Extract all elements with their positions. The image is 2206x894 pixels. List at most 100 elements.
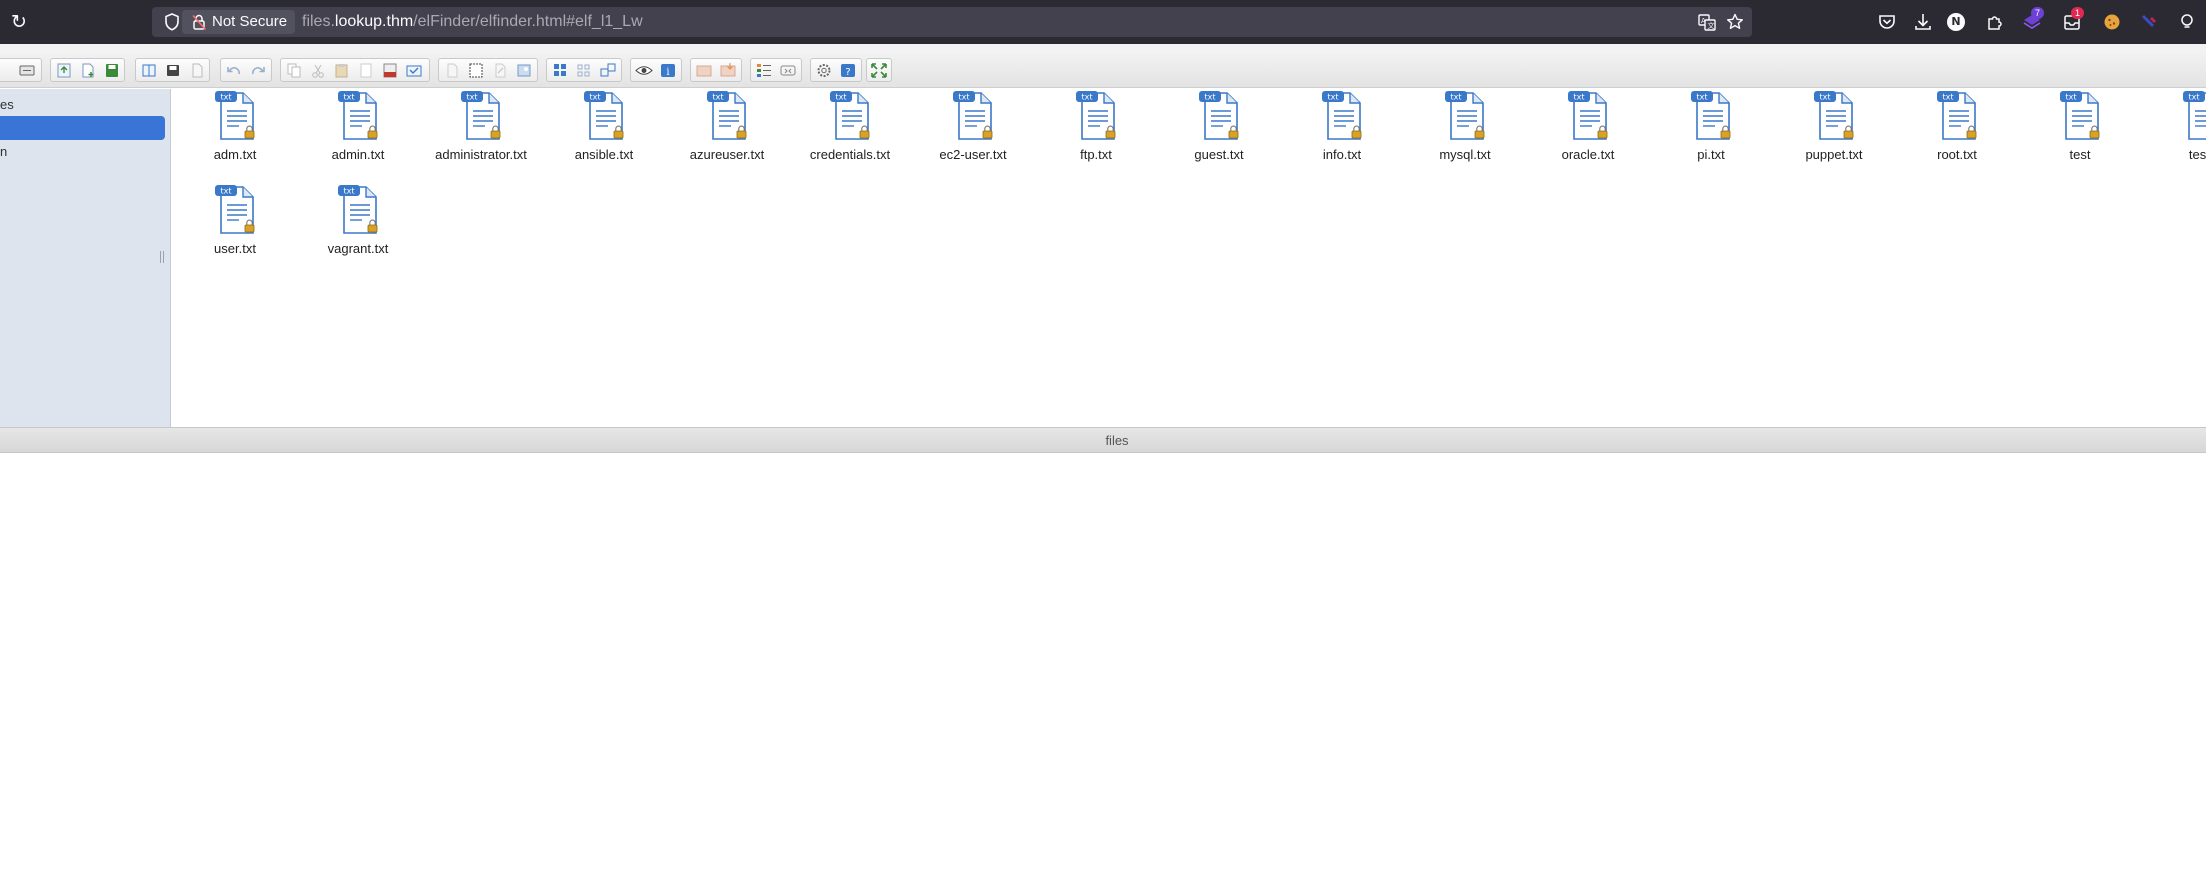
toolbar-group-view: [546, 58, 622, 82]
profile-avatar[interactable]: N: [1947, 13, 1965, 31]
getfile-icon[interactable]: [187, 61, 207, 80]
tracking-shield-icon[interactable]: [162, 12, 182, 32]
file-item[interactable]: txt puppet.txt: [1774, 89, 1894, 179]
pocket-icon[interactable]: [1876, 11, 1898, 33]
file-item[interactable]: txt root.txt: [1897, 89, 2017, 179]
preferences-gear-icon[interactable]: [814, 61, 834, 80]
url-text[interactable]: files.lookup.thm/elFinder/elfinder.html#…: [302, 7, 643, 37]
upload-icon[interactable]: [54, 61, 74, 80]
tree-root-label[interactable]: es: [0, 97, 14, 112]
txt-file-icon: txt: [1937, 91, 1977, 140]
edit-icon[interactable]: [490, 61, 510, 80]
tree-item-selected[interactable]: [0, 116, 165, 140]
paste-icon[interactable]: [332, 61, 352, 80]
file-name: vagrant.txt: [327, 241, 389, 256]
small-icons-view-icon[interactable]: [574, 61, 594, 80]
file-item[interactable]: txt mysql.txt: [1405, 89, 1525, 179]
extension-cookie-icon[interactable]: [2101, 11, 2123, 33]
file-item[interactable]: txt ec2-user.txt: [913, 89, 1033, 179]
txt-file-icon: txt: [1691, 91, 1731, 140]
file-name: ansible.txt: [574, 147, 634, 162]
file-item[interactable]: txt vagrant.txt: [298, 183, 418, 273]
archive-icon[interactable]: [718, 61, 738, 80]
file-name: guest.txt: [1194, 147, 1244, 162]
quicklook-eye-icon[interactable]: [634, 61, 654, 80]
svg-text:txt: txt: [1696, 93, 1707, 102]
txt-file-icon: txt: [1445, 91, 1485, 140]
file-item[interactable]: txt ftp.txt: [1036, 89, 1156, 179]
info-icon[interactable]: i: [658, 61, 678, 80]
svg-text:txt: txt: [712, 93, 723, 102]
netmount-icon[interactable]: [17, 61, 37, 80]
file-item[interactable]: txt user.txt: [175, 183, 295, 273]
svg-text:txt: txt: [835, 93, 846, 102]
icons-view-icon[interactable]: [550, 61, 570, 80]
translate-icon[interactable]: A 文: [1697, 12, 1717, 32]
undo-icon[interactable]: [224, 61, 244, 80]
toolbar-group-fullscreen: [866, 58, 892, 82]
file-item[interactable]: txt adm.txt: [175, 89, 295, 179]
toolbar-group-file: [135, 58, 210, 82]
svg-text:txt: txt: [343, 187, 354, 196]
extensions-icon[interactable]: [1984, 11, 2006, 33]
url-bar[interactable]: Not Secure files.lookup.thm/elFinder/elf…: [152, 7, 1752, 37]
save-icon[interactable]: [102, 61, 122, 80]
url-path: /elFinder/elfinder.html#elf_l1_Lw: [413, 13, 643, 30]
extension-bulb-icon[interactable]: [2176, 11, 2198, 33]
svg-text:txt: txt: [220, 187, 231, 196]
open-icon[interactable]: [139, 61, 159, 80]
downloads-icon[interactable]: [1912, 11, 1934, 33]
copy-icon[interactable]: [284, 61, 304, 80]
file-item[interactable]: txt test.t: [2143, 89, 2206, 179]
file-item[interactable]: txt credentials.txt: [790, 89, 910, 179]
svg-text:txt: txt: [1819, 93, 1830, 102]
tree-item-label[interactable]: n: [0, 144, 7, 159]
large-icons-view-icon[interactable]: [598, 61, 618, 80]
file-item[interactable]: txt pi.txt: [1651, 89, 1771, 179]
file-name: root.txt: [1937, 147, 1977, 162]
resize-icon[interactable]: [514, 61, 534, 80]
not-secure-indicator[interactable]: Not Secure: [182, 10, 296, 34]
file-item[interactable]: txt guest.txt: [1159, 89, 1279, 179]
sort-icon[interactable]: [778, 61, 798, 80]
file-item[interactable]: txt oracle.txt: [1528, 89, 1648, 179]
extract-icon[interactable]: [694, 61, 714, 80]
select-all-icon[interactable]: [466, 61, 486, 80]
sidebar-resize-handle[interactable]: [160, 251, 164, 263]
reload-icon[interactable]: ↻: [8, 11, 30, 33]
svg-text:txt: txt: [2188, 93, 2199, 102]
new-file-icon[interactable]: [78, 61, 98, 80]
svg-text:txt: txt: [1450, 93, 1461, 102]
file-item[interactable]: txt ansible.txt: [544, 89, 664, 179]
duplicate-icon[interactable]: [356, 61, 376, 80]
toolbar-group-help: ?: [810, 58, 862, 82]
file-item[interactable]: txt administrator.txt: [421, 89, 541, 179]
file-grid[interactable]: txt adm.txt txt admin.txt txt administra…: [172, 89, 2206, 427]
cut-icon[interactable]: [308, 61, 328, 80]
file-name: admin.txt: [331, 147, 385, 162]
file-name: adm.txt: [213, 147, 257, 162]
help-icon[interactable]: ?: [838, 61, 858, 80]
txt-file-icon: txt: [707, 91, 747, 140]
file-item[interactable]: txt info.txt: [1282, 89, 1402, 179]
fullscreen-icon[interactable]: [869, 61, 889, 80]
delete-icon[interactable]: [380, 61, 400, 80]
extension-tool-icon[interactable]: [2138, 11, 2160, 33]
download-icon[interactable]: [163, 61, 183, 80]
rename-icon[interactable]: [442, 61, 462, 80]
url-host: lookup.thm: [334, 13, 414, 30]
list-view-icon[interactable]: [754, 61, 774, 80]
svg-text:txt: txt: [1942, 93, 1953, 102]
toolbar-group-select: [438, 58, 538, 82]
file-item[interactable]: txt azureuser.txt: [667, 89, 787, 179]
empty-folder-icon[interactable]: [404, 61, 424, 80]
file-name: puppet.txt: [1805, 147, 1863, 162]
toolbar-group-display: [750, 58, 802, 82]
file-item[interactable]: txt test: [2020, 89, 2140, 179]
redo-icon[interactable]: [248, 61, 268, 80]
file-name: ftp.txt: [1080, 147, 1112, 162]
file-item[interactable]: txt admin.txt: [298, 89, 418, 179]
file-name: credentials.txt: [809, 147, 891, 162]
bookmark-star-icon[interactable]: [1725, 12, 1745, 32]
txt-file-icon: txt: [215, 91, 255, 140]
